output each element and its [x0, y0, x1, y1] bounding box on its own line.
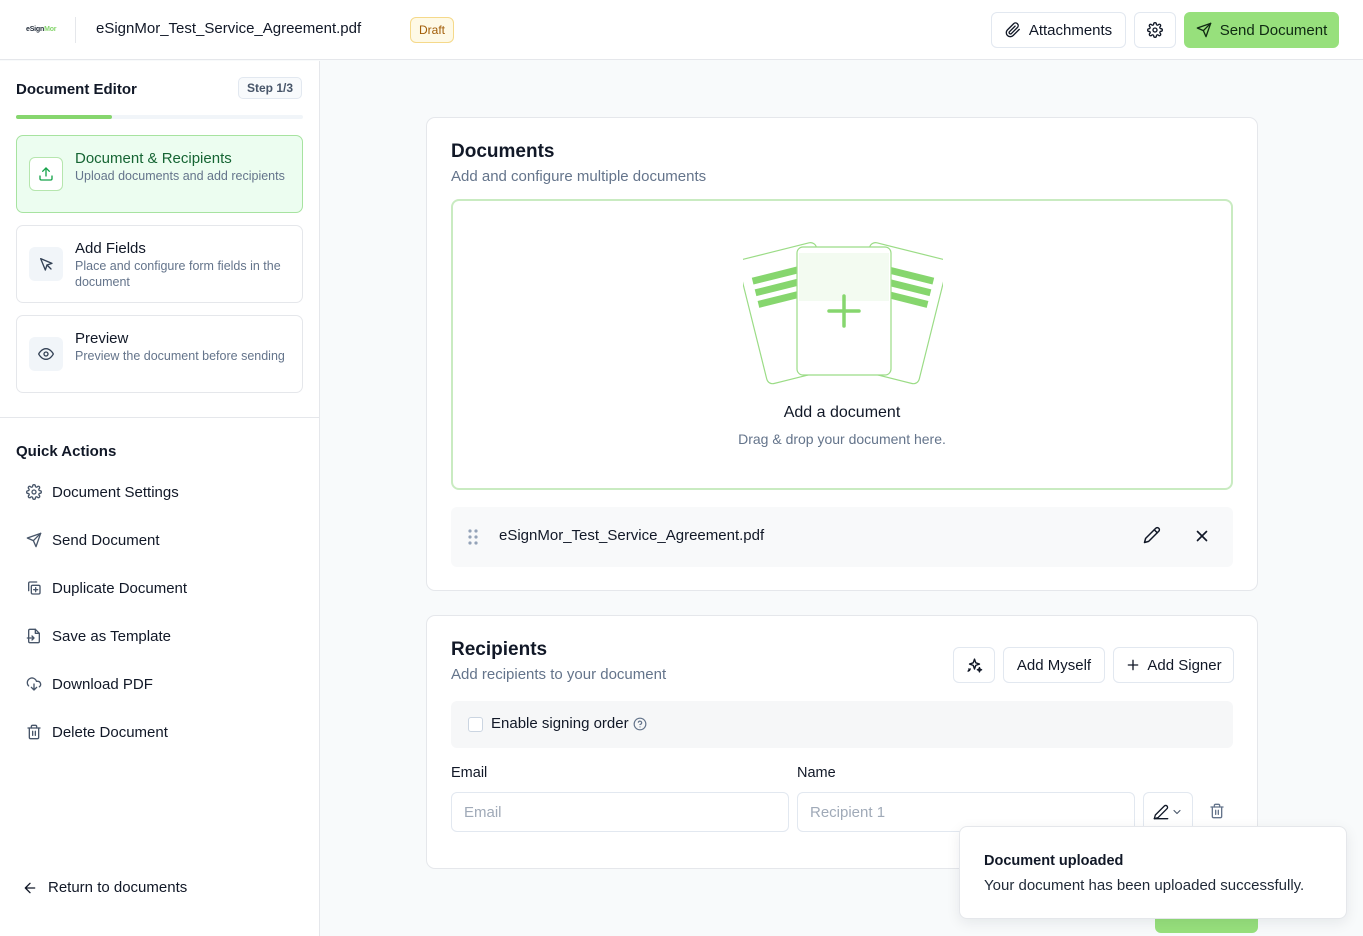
step-description: Upload documents and add recipients	[75, 169, 285, 183]
add-signer-label: Add Signer	[1147, 656, 1222, 674]
quick-action-label: Duplicate Document	[52, 579, 188, 597]
documents-title: Documents	[451, 141, 555, 162]
signing-order-row: Enable signing order	[451, 701, 1233, 748]
recipients-subtitle: Add recipients to your document	[451, 666, 667, 683]
document-stack-illustration	[743, 239, 943, 387]
signing-order-label: Enable signing order	[491, 715, 629, 732]
recipients-title: Recipients	[451, 639, 548, 660]
paperclip-icon	[1005, 22, 1021, 38]
quick-actions-title: Quick Actions	[16, 443, 117, 460]
send-icon	[1196, 22, 1212, 38]
arrow-left-icon	[22, 880, 38, 896]
status-badge: Draft	[410, 17, 455, 43]
sparkles-icon	[966, 657, 983, 674]
upload-icon	[29, 157, 63, 191]
step-description: Place and configure form fields in the d…	[75, 259, 281, 289]
toast-title: Document uploaded	[984, 853, 1124, 869]
dropzone-title: Add a document	[783, 404, 901, 421]
plus-icon	[1125, 657, 1141, 673]
add-signer-button[interactable]: Add Signer	[1113, 647, 1234, 683]
email-field[interactable]	[451, 792, 789, 832]
return-to-documents-link[interactable]: Return to documents	[22, 879, 187, 896]
add-myself-button[interactable]: Add Myself	[1003, 647, 1105, 683]
cursor-icon	[29, 247, 63, 281]
trash-icon[interactable]	[1209, 803, 1225, 819]
quick-action-label: Document Settings	[52, 483, 179, 501]
settings-button[interactable]	[1134, 12, 1176, 48]
auto-fill-button[interactable]	[953, 647, 995, 683]
attachments-label: Attachments	[1028, 21, 1113, 39]
quick-action-delete-document[interactable]: Delete Document	[16, 715, 303, 749]
document-file-row: eSignMor_Test_Service_Agreement.pdf	[451, 507, 1233, 567]
gear-icon	[1147, 22, 1163, 38]
step-description: Preview the document before sending	[75, 349, 285, 363]
help-circle-icon[interactable]	[633, 717, 647, 731]
toast-message: Your document has been uploaded successf…	[984, 877, 1305, 894]
signing-order-checkbox[interactable]	[468, 717, 483, 732]
step-title: Preview	[75, 330, 129, 347]
download-cloud-icon	[26, 676, 42, 692]
eye-icon	[29, 337, 63, 371]
drag-handle-icon[interactable]	[467, 528, 479, 546]
logo-text: eSign	[26, 25, 45, 33]
send-document-button[interactable]: Send Document	[1184, 12, 1339, 48]
document-title: eSignMor_Test_Service_Agreement.pdf	[96, 20, 362, 37]
toast-notification: Document uploaded Your document has been…	[959, 826, 1347, 919]
step-document-recipients[interactable]: Document & Recipients Upload documents a…	[16, 135, 303, 213]
step-preview[interactable]: Preview Preview the document before send…	[16, 315, 303, 393]
attachments-button[interactable]: Attachments	[991, 12, 1126, 48]
editor-sidebar: Document Editor Step 1/3 Document & Reci…	[0, 61, 320, 936]
template-icon	[26, 628, 42, 644]
quick-action-label: Delete Document	[52, 723, 168, 741]
chevron-down-icon	[1171, 806, 1183, 818]
return-label: Return to documents	[48, 879, 188, 896]
sidebar-title: Document Editor	[16, 81, 137, 98]
step-add-fields[interactable]: Add Fields Place and configure form fiel…	[16, 225, 303, 303]
trash-icon	[26, 724, 42, 740]
document-dropzone[interactable]: Add a document Drag & drop your document…	[451, 199, 1233, 490]
send-document-label: Send Document	[1219, 21, 1328, 39]
top-bar: eSignMor eSignMor_Test_Service_Agreement…	[0, 0, 1363, 60]
quick-action-send-document[interactable]: Send Document	[16, 523, 303, 557]
document-file-name: eSignMor_Test_Service_Agreement.pdf	[499, 527, 765, 544]
quick-action-label: Save as Template	[52, 627, 171, 645]
name-label: Name	[797, 765, 836, 781]
close-icon[interactable]	[1193, 527, 1211, 545]
gear-icon	[26, 484, 42, 500]
documents-subtitle: Add and configure multiple documents	[451, 168, 707, 185]
send-icon	[26, 532, 42, 548]
quick-action-document-settings[interactable]: Document Settings	[16, 475, 303, 509]
step-title: Document & Recipients	[75, 150, 232, 167]
quick-action-download-pdf[interactable]: Download PDF	[16, 667, 303, 701]
quick-action-duplicate-document[interactable]: Duplicate Document	[16, 571, 303, 605]
pencil-icon[interactable]	[1143, 526, 1161, 544]
pen-icon	[1153, 804, 1169, 820]
step-progress-bar	[16, 115, 303, 119]
dropzone-subtitle: Drag & drop your document here.	[738, 431, 946, 447]
sidebar-divider	[0, 417, 320, 418]
quick-action-label: Send Document	[52, 531, 160, 549]
duplicate-icon	[26, 580, 42, 596]
step-progress-fill	[16, 115, 112, 119]
step-title: Add Fields	[75, 240, 146, 257]
quick-action-save-as-template[interactable]: Save as Template	[16, 619, 303, 653]
app-logo[interactable]: eSignMor	[26, 22, 58, 36]
header-divider	[75, 17, 76, 43]
documents-card: Documents Add and configure multiple doc…	[426, 117, 1258, 591]
email-label: Email	[451, 765, 488, 781]
quick-action-label: Download PDF	[52, 675, 153, 693]
step-badge: Step 1/3	[238, 77, 303, 99]
logo-text-accent: Mor	[44, 25, 57, 33]
